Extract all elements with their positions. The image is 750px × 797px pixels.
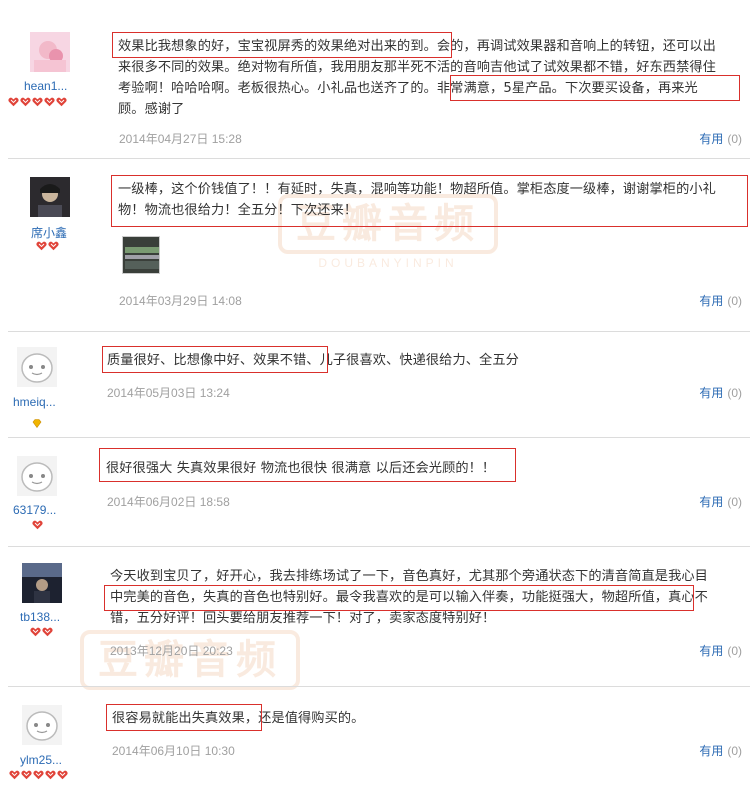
review-text-line: 来很多不同的效果。绝对物有所值，我用朋友那半死不活的音响吉他试了试效果都不错，好… [118,60,716,75]
user-rank-badges [36,241,59,253]
watermark: 豆瓣音频 [80,630,300,690]
divider [8,437,750,438]
divider [8,331,750,332]
heart-badge-icon [30,627,41,637]
review-text-line: 中完美的音色，失真的音色也特别好。最令我喜欢的是可以输入伴奏，功能挺强大，物超所… [110,590,708,605]
useful-vote[interactable]: 有用 (0) [699,642,742,659]
review-text-line: 物！物流也很给力！全五分！下次还来！ [118,203,358,218]
heart-badge-icon [48,241,59,251]
heart-badge-icon [21,770,32,780]
useful-vote[interactable]: 有用 (0) [699,493,742,510]
user-avatar[interactable] [30,177,70,217]
heart-badge-icon [9,770,20,780]
review-text: 很好很强大 失真效果很好 物流也很快 很满意 以后还会光顾的！！ [106,458,736,479]
username[interactable]: tb138... [20,610,60,624]
user-avatar[interactable] [30,32,70,72]
user-rank-badges [9,770,68,782]
review-text: 质量很好、比想像中好、效果不错、儿子很喜欢、快递很给力、全五分 [107,350,737,371]
useful-vote[interactable]: 有用 (0) [699,130,742,147]
review-text-line: 效果比我想象的好，宝宝视屏秀的效果绝对出来的到。会的，再调试效果器和音响上的转钮… [118,39,716,54]
useful-count: (0) [727,644,742,658]
divider [8,546,750,547]
heart-badge-icon [20,97,31,107]
heart-badge-icon [32,520,43,530]
divider [8,158,750,159]
useful-count: (0) [727,132,742,146]
review-photo[interactable] [122,236,160,274]
useful-button[interactable]: 有用 [699,644,723,658]
review-text-line: 一级棒，这个价钱值了！！有延时，失真，混响等功能！物超所值。掌柜态度一级棒，谢谢… [118,182,716,197]
review-text: 今天收到宝贝了，好开心，我去排练场试了一下，音色真好，尤其那个旁通状态下的清音简… [110,566,742,629]
useful-button[interactable]: 有用 [699,386,723,400]
useful-button[interactable]: 有用 [699,744,723,758]
useful-vote[interactable]: 有用 (0) [699,742,742,759]
review-date: 2013年12月20日 20:23 [110,644,233,658]
useful-button[interactable]: 有用 [699,132,723,146]
review-date: 2014年03月29日 14:08 [119,294,242,308]
heart-badge-icon [57,770,68,780]
username[interactable]: hean1... [24,79,67,93]
useful-button[interactable]: 有用 [699,495,723,509]
useful-vote[interactable]: 有用 (0) [699,292,742,309]
heart-badge-icon [32,97,43,107]
heart-badge-icon [44,97,55,107]
review-text-line: 质量很好、比想像中好、效果不错、儿子很喜欢、快递很给力、全五分 [107,353,519,368]
user-avatar[interactable] [22,563,62,603]
user-avatar[interactable] [17,456,57,496]
review-text-line: 考验啊！哈哈哈啊。老板很热心。小礼品也送齐了的。非常满意，5星产品。下次要买设备… [118,81,698,96]
useful-count: (0) [727,294,742,308]
username[interactable]: ylm25... [20,753,62,767]
heart-badge-icon [45,770,56,780]
review-text-line: 很容易就能出失真效果，还是值得购买的。 [112,711,365,726]
username[interactable]: hmeiq... [13,395,56,409]
review-text: 一级棒，这个价钱值了！！有延时，失真，混响等功能！物超所值。掌柜态度一级棒，谢谢… [118,179,748,221]
useful-count: (0) [727,744,742,758]
review-text-line: 错，五分好评！回头要给朋友推荐一下！对了，卖家态度特别好！ [110,611,496,626]
user-avatar[interactable] [22,705,62,745]
review-date: 2014年05月03日 13:24 [107,386,230,400]
heart-badge-icon [36,241,47,251]
review-text-line: 今天收到宝贝了，好开心，我去排练场试了一下，音色真好，尤其那个旁通状态下的清音简… [110,569,708,584]
username[interactable]: 63179... [13,503,56,517]
username[interactable]: 席小鑫 [31,224,67,241]
user-rank-badges [30,627,53,639]
review-text-line: 很好很强大 失真效果很好 物流也很快 很满意 以后还会光顾的！！ [106,461,496,476]
heart-badge-icon [42,627,53,637]
useful-button[interactable]: 有用 [699,294,723,308]
user-avatar[interactable] [17,347,57,387]
review-text-line: 顾。感谢了 [118,102,185,117]
heart-badge-icon [56,97,67,107]
divider [8,686,750,687]
heart-badge-icon [8,97,19,107]
watermark-title: 豆瓣音频 [80,630,300,690]
useful-count: (0) [727,386,742,400]
review-text: 很容易就能出失真效果，还是值得购买的。 [112,708,742,729]
review-date: 2014年04月27日 15:28 [119,132,242,146]
user-rank-badges [8,97,67,109]
review-date: 2014年06月10日 10:30 [112,744,235,758]
review-date: 2014年06月02日 18:58 [107,495,230,509]
user-rank-badges [32,520,43,532]
user-rank-badges [32,413,42,429]
watermark-subtitle: DOUBANYINPIN [318,256,458,270]
review-text: 效果比我想象的好，宝宝视屏秀的效果绝对出来的到。会的，再调试效果器和音响上的转钮… [118,36,748,120]
gem-badge-icon [32,413,42,429]
useful-vote[interactable]: 有用 (0) [699,384,742,401]
heart-badge-icon [33,770,44,780]
useful-count: (0) [727,495,742,509]
